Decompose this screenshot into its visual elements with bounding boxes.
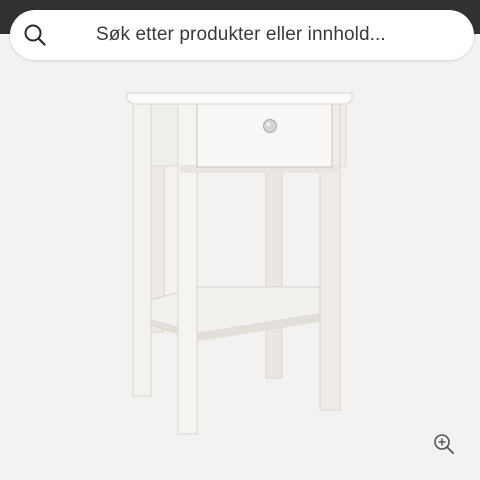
search-icon[interactable] (24, 24, 46, 46)
product-image (126, 92, 353, 435)
zoom-in-icon[interactable] (433, 433, 455, 460)
search-placeholder[interactable]: Søk etter produkter eller innhold... (96, 24, 386, 46)
search-field[interactable]: Søk etter produkter eller innhold... (10, 10, 474, 60)
zoom-button[interactable] (430, 432, 458, 460)
